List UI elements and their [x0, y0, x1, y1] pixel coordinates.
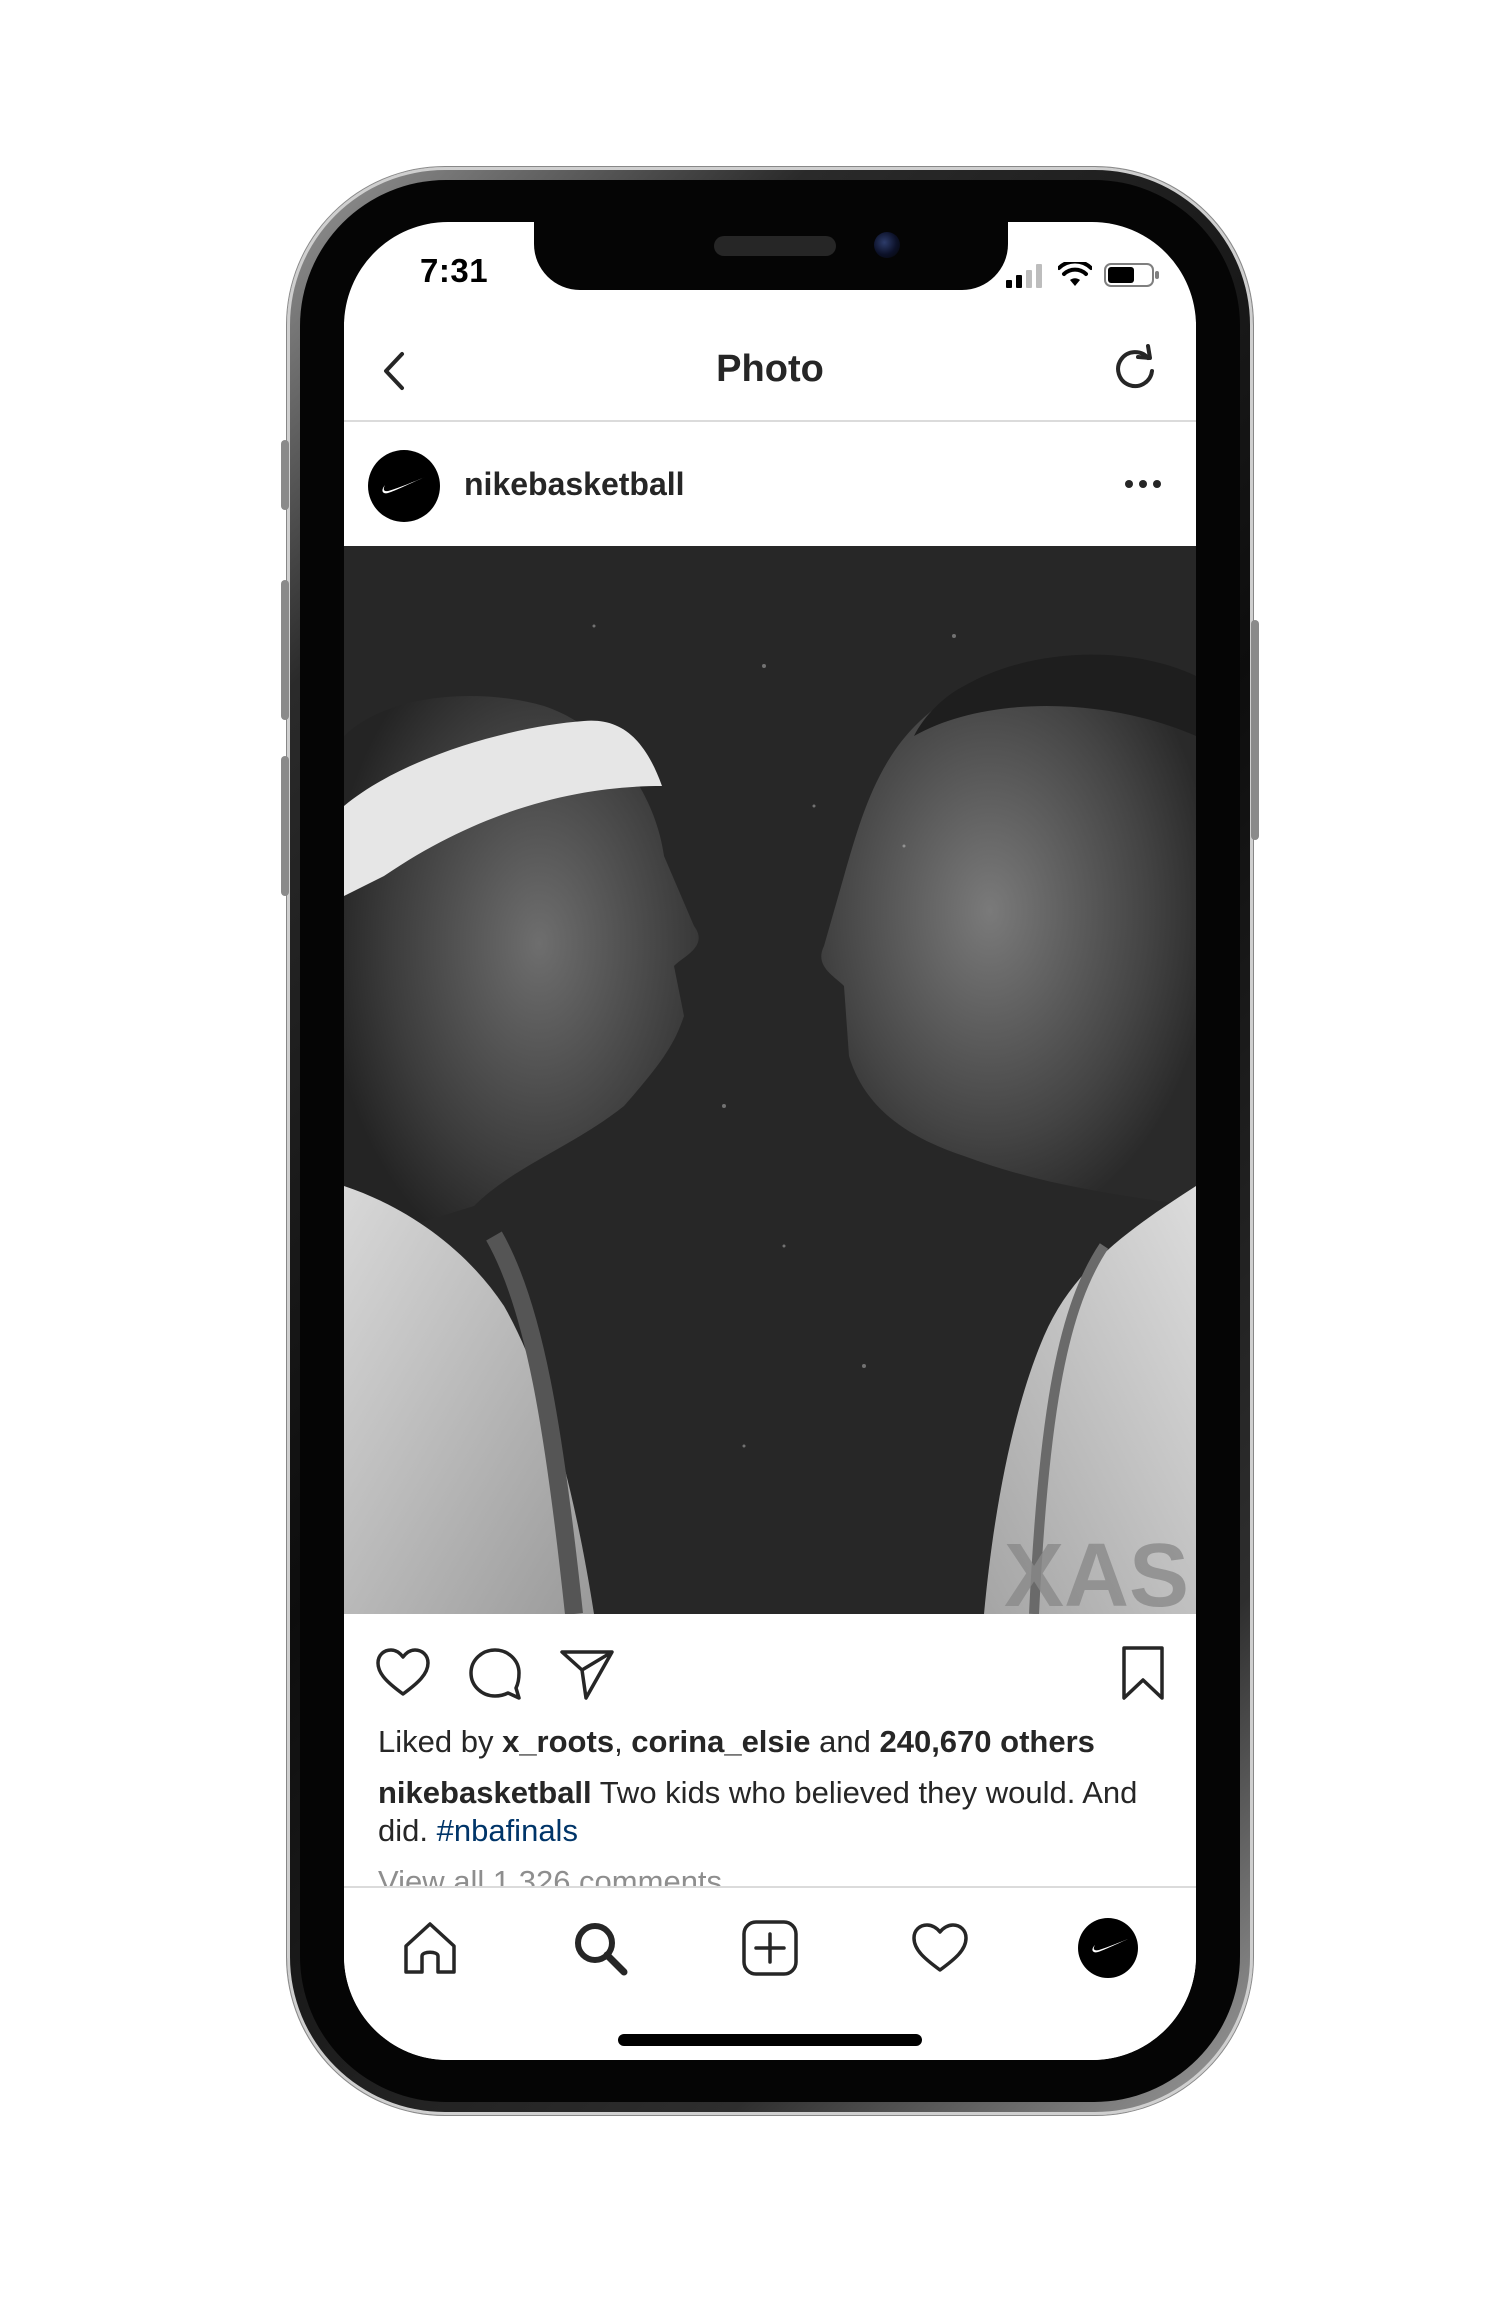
navigation-header: Photo — [344, 322, 1196, 422]
post-actions — [344, 1614, 1196, 1724]
volume-up-button — [281, 580, 289, 720]
volume-down-button — [281, 756, 289, 896]
front-camera — [874, 232, 900, 258]
heart-icon — [376, 1648, 430, 1696]
power-button — [1251, 620, 1259, 840]
post-photo: XAS — [344, 546, 1196, 1614]
like-button[interactable] — [374, 1644, 432, 1702]
more-options-icon — [1125, 480, 1161, 488]
page-title: Photo — [716, 348, 824, 390]
tab-new-post[interactable] — [740, 1918, 800, 1978]
hashtag-link[interactable]: #nbafinals — [437, 1813, 578, 1848]
heart-icon — [912, 1923, 968, 1972]
share-button[interactable] — [558, 1644, 616, 1702]
liker-separator: , — [614, 1724, 632, 1759]
silent-switch — [281, 440, 289, 510]
nike-swoosh-avatar — [1078, 1918, 1138, 1978]
phone-screen: 7:31 Photo nikebasketball XAS Liked by x… — [344, 222, 1196, 2060]
tab-home[interactable] — [400, 1918, 460, 1978]
caption-username[interactable]: nikebasketball — [378, 1775, 592, 1810]
nike-swoosh-icon — [382, 477, 425, 494]
bookmark-icon — [1122, 1646, 1164, 1700]
cellular-signal-icon — [1006, 264, 1042, 288]
tab-profile[interactable] — [1078, 1918, 1138, 1978]
avatar[interactable] — [368, 450, 440, 522]
save-button[interactable] — [1114, 1644, 1172, 1702]
battery-icon — [1104, 263, 1159, 287]
refresh-button[interactable] — [1110, 344, 1160, 394]
view-comments-link[interactable]: View all 1,326 comments — [378, 1862, 722, 1886]
more-options-button[interactable] — [1120, 466, 1166, 502]
comment-icon — [469, 1648, 521, 1700]
plus-square-icon — [742, 1920, 798, 1976]
post-caption: nikebasketball Two kids who believed the… — [378, 1774, 1168, 1850]
tab-activity[interactable] — [910, 1918, 970, 1978]
svg-text:XAS: XAS — [1004, 1526, 1189, 1614]
tab-search[interactable] — [570, 1918, 630, 1978]
likes-summary: Liked by x_roots, corina_elsie and 240,6… — [378, 1724, 1095, 1760]
and-label: and — [810, 1724, 880, 1759]
liked-by-label: Liked by — [378, 1724, 503, 1759]
comment-button[interactable] — [466, 1644, 524, 1702]
post-header: nikebasketball — [344, 422, 1196, 546]
others-count-link[interactable]: 240,670 others — [879, 1724, 1094, 1759]
post-username[interactable]: nikebasketball — [464, 466, 685, 503]
search-icon — [575, 1923, 628, 1976]
liker-link[interactable]: x_roots — [502, 1724, 614, 1759]
refresh-icon — [1116, 344, 1154, 389]
notch — [534, 222, 1008, 290]
home-indicator[interactable] — [618, 2034, 922, 2046]
home-icon — [404, 1922, 456, 1974]
status-time: 7:31 — [420, 252, 489, 289]
post-image[interactable]: XAS — [344, 546, 1196, 1614]
send-icon — [560, 1650, 614, 1700]
status-icons — [1006, 262, 1160, 288]
wifi-icon — [1058, 262, 1092, 286]
earpiece-speaker — [714, 236, 836, 256]
liker-link[interactable]: corina_elsie — [631, 1724, 810, 1759]
